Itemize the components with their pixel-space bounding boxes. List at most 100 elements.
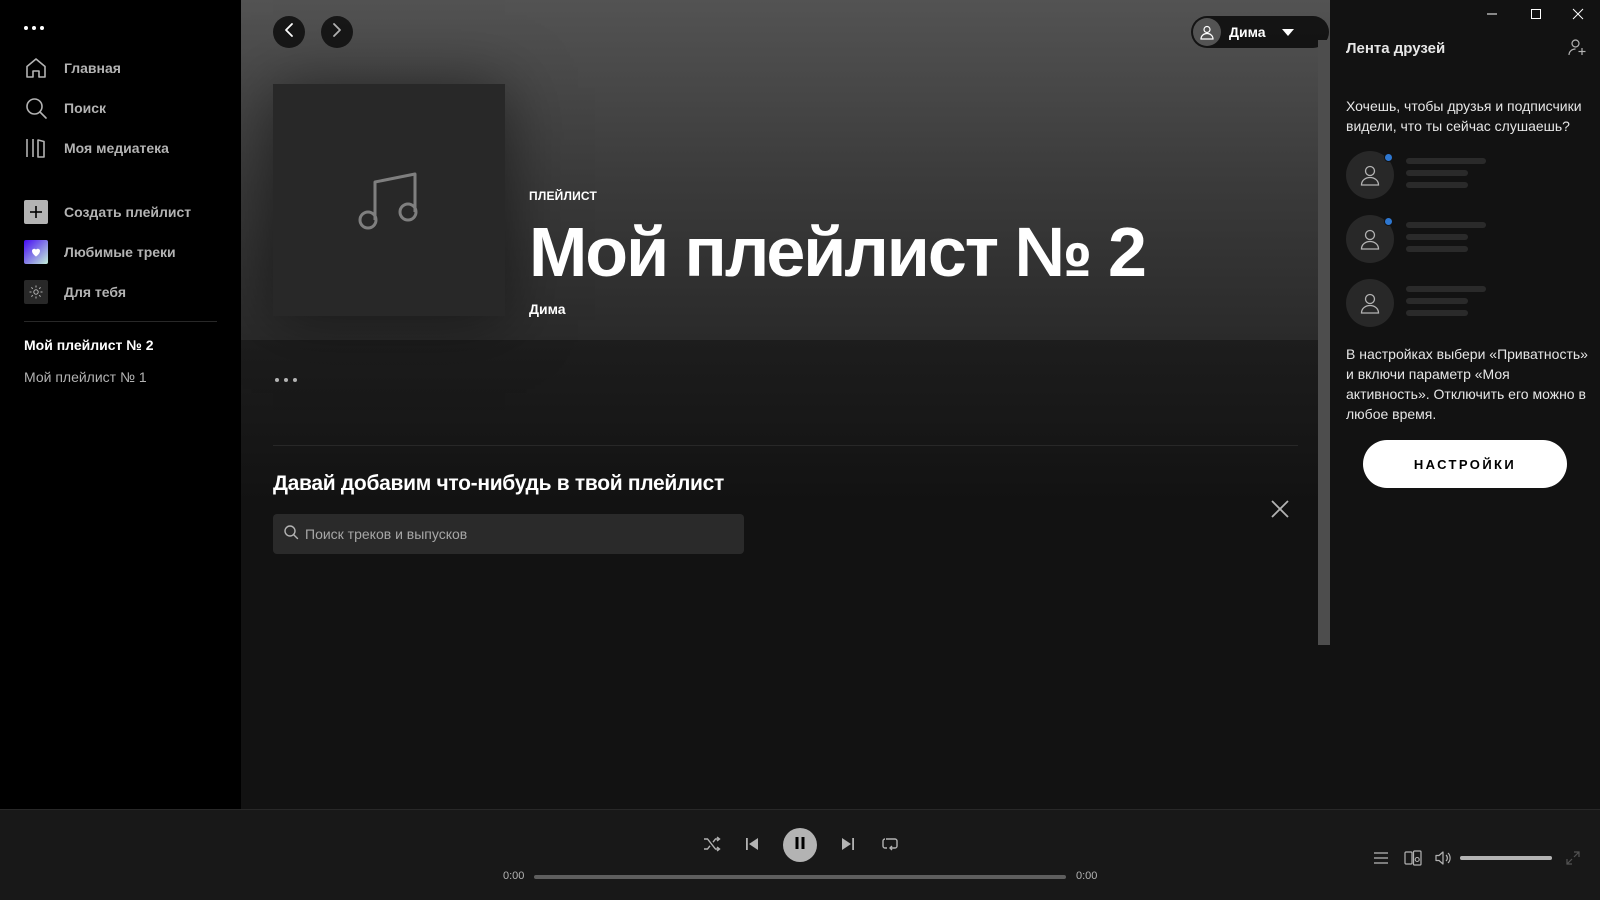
friend-activity-title: Лента друзей <box>1346 40 1446 57</box>
plus-icon <box>24 200 48 224</box>
close-add-section-button[interactable] <box>1267 498 1293 524</box>
expand-icon <box>1565 850 1581 871</box>
repeat-icon <box>881 835 899 858</box>
fullscreen-button[interactable] <box>1560 847 1586 873</box>
chevron-right-icon <box>329 22 345 43</box>
devices-button[interactable] <box>1400 847 1426 873</box>
sidebar-divider <box>24 321 217 322</box>
online-indicator <box>1384 153 1393 162</box>
playlist-title[interactable]: Мой плейлист № 2 <box>529 210 1147 294</box>
skip-back-icon <box>744 836 760 857</box>
nav-home-label: Главная <box>64 60 121 76</box>
playlist-cover[interactable] <box>273 84 505 316</box>
placeholder-line <box>1406 222 1486 228</box>
friend-activity-panel: Лента друзей Хочешь, чтобы друзья и подп… <box>1330 0 1600 809</box>
dot <box>284 378 288 382</box>
liked-songs-button[interactable]: Любимые треки <box>24 239 176 265</box>
add-tracks-title: Давай добавим что-нибудь в твой плейлист <box>273 472 725 495</box>
nav-search[interactable]: Поиск <box>24 93 106 123</box>
previous-button[interactable] <box>736 830 768 862</box>
app-menu-button[interactable] <box>24 18 52 38</box>
playlist-owner[interactable]: Дима <box>529 301 566 317</box>
for-you-label: Для тебя <box>64 284 127 300</box>
next-button[interactable] <box>832 830 864 862</box>
friend-placeholder <box>1346 215 1546 265</box>
privacy-hint: В настройках выбери «Приватность» и вклю… <box>1346 346 1588 422</box>
maximize-icon <box>1530 7 1542 25</box>
placeholder-line <box>1406 158 1486 164</box>
maximize-button[interactable] <box>1514 2 1558 30</box>
chevron-left-icon <box>281 22 297 43</box>
mute-button[interactable] <box>1431 847 1457 873</box>
add-friend-icon <box>1568 38 1586 61</box>
sidebar-playlist-item[interactable]: Мой плейлист № 1 <box>24 369 147 385</box>
main-view: Дима ПЛЕЙЛИСТ Мой плейлист № 2 Дима Дава… <box>241 0 1330 809</box>
placeholder-line <box>1406 286 1486 292</box>
track-search-box <box>273 514 744 554</box>
settings-button[interactable]: НАСТРОЙКИ <box>1363 440 1567 488</box>
pause-button[interactable] <box>783 828 817 862</box>
placeholder-line <box>1406 170 1468 176</box>
back-button[interactable] <box>273 16 305 48</box>
close-icon <box>1270 499 1290 524</box>
repeat-button[interactable] <box>874 830 906 862</box>
menu-dot <box>40 26 44 30</box>
liked-songs-label: Любимые треки <box>64 244 176 260</box>
player-bar: 0:00 0:00 <box>0 809 1600 900</box>
placeholder-line <box>1406 182 1468 188</box>
friend-placeholder <box>1346 151 1546 201</box>
create-playlist-button[interactable]: Создать плейлист <box>24 199 191 225</box>
progress-bar[interactable] <box>534 875 1066 879</box>
home-icon <box>24 56 48 80</box>
nav-library[interactable]: Моя медиатека <box>24 133 169 163</box>
skip-forward-icon <box>840 836 856 857</box>
menu-dot <box>24 26 28 30</box>
more-options-button[interactable] <box>275 370 305 390</box>
search-icon <box>283 524 299 545</box>
track-search-input[interactable] <box>305 526 735 542</box>
heart-icon <box>24 240 48 264</box>
user-menu-button[interactable]: Дима <box>1191 16 1329 48</box>
volume-slider-fill <box>1460 856 1552 860</box>
pause-icon <box>793 836 807 855</box>
user-name: Дима <box>1229 24 1266 40</box>
sidebar: Главная Поиск Моя медиатека Создать плей… <box>0 0 241 809</box>
close-window-button[interactable] <box>1556 2 1600 30</box>
create-playlist-label: Создать плейлист <box>64 204 192 220</box>
section-divider <box>273 445 1298 446</box>
placeholder-line <box>1406 298 1468 304</box>
queue-button[interactable] <box>1368 847 1394 873</box>
close-icon <box>1572 7 1584 25</box>
playlist-type-label: ПЛЕЙЛИСТ <box>529 189 598 203</box>
add-friend-button[interactable] <box>1566 38 1588 60</box>
main-scrollbar[interactable] <box>1318 40 1330 645</box>
caret-down-icon <box>1281 28 1294 36</box>
search-icon <box>24 96 48 120</box>
elapsed-time: 0:00 <box>503 870 525 882</box>
friend-activity-description: Хочешь, чтобы друзья и подписчики видели… <box>1346 98 1582 134</box>
nav-library-label: Моя медиатека <box>64 140 169 156</box>
devices-icon <box>1404 849 1422 871</box>
menu-dot <box>32 26 36 30</box>
library-icon <box>24 136 48 160</box>
dot <box>275 378 279 382</box>
minimize-icon <box>1486 7 1498 25</box>
placeholder-line <box>1406 246 1468 252</box>
sidebar-playlist-item[interactable]: Мой плейлист № 2 <box>24 337 154 353</box>
nav-home[interactable]: Главная <box>24 53 121 83</box>
user-avatar-icon <box>1193 18 1221 46</box>
online-indicator <box>1384 217 1393 226</box>
volume-icon <box>1435 850 1453 871</box>
nav-search-label: Поиск <box>64 100 107 116</box>
shuffle-button[interactable] <box>696 830 728 862</box>
playlist-body-background <box>241 340 1330 809</box>
sun-icon <box>24 280 48 304</box>
forward-button[interactable] <box>321 16 353 48</box>
placeholder-line <box>1406 310 1468 316</box>
minimize-button[interactable] <box>1470 2 1514 30</box>
for-you-button[interactable]: Для тебя <box>24 279 126 305</box>
total-time: 0:00 <box>1076 870 1098 882</box>
friend-placeholder <box>1346 279 1546 329</box>
volume-slider[interactable] <box>1460 856 1552 860</box>
queue-icon <box>1373 850 1389 871</box>
